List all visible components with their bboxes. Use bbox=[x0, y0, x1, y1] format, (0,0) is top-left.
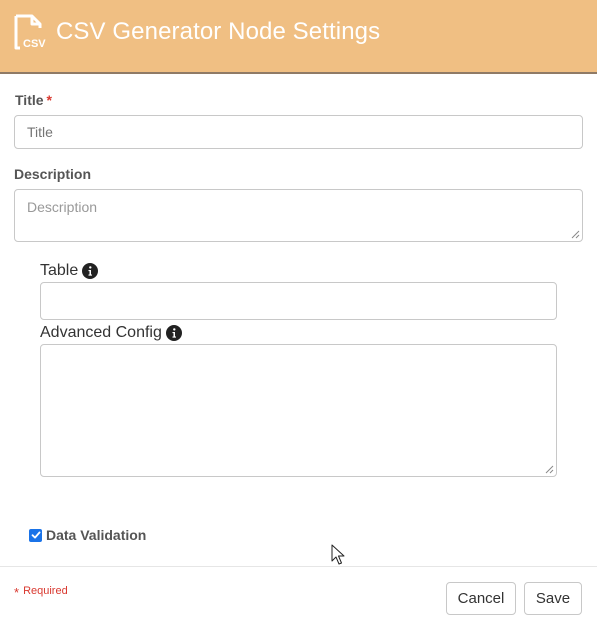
save-button[interactable]: Save bbox=[524, 582, 582, 615]
table-input[interactable] bbox=[40, 282, 557, 320]
advanced-config-label: Advanced Config bbox=[40, 324, 182, 342]
dialog-title: CSV Generator Node Settings bbox=[56, 18, 381, 45]
title-label-text: Title bbox=[15, 92, 44, 108]
title-input[interactable] bbox=[14, 115, 583, 149]
resize-grip-icon[interactable] bbox=[545, 465, 554, 474]
required-note-text: Required bbox=[23, 585, 68, 597]
title-label: Title * bbox=[15, 92, 52, 108]
mouse-cursor-icon bbox=[331, 544, 345, 565]
data-validation-label: Data Validation bbox=[46, 527, 147, 543]
required-note: * Required bbox=[14, 585, 68, 600]
required-note-asterisk: * bbox=[14, 585, 20, 600]
cancel-button[interactable]: Cancel bbox=[446, 582, 516, 615]
table-label: Table bbox=[40, 262, 99, 280]
required-asterisk: * bbox=[46, 92, 52, 108]
csv-icon-text: CSV bbox=[23, 38, 46, 50]
table-label-text: Table bbox=[40, 262, 79, 279]
resize-grip-icon[interactable] bbox=[571, 230, 580, 239]
info-icon[interactable] bbox=[82, 263, 99, 279]
info-icon[interactable] bbox=[165, 325, 182, 341]
csv-file-icon: CSV bbox=[14, 14, 46, 50]
data-validation-checkbox[interactable] bbox=[29, 528, 42, 542]
description-label: Description bbox=[14, 166, 92, 182]
dialog-header: CSV CSV Generator Node Settings bbox=[0, 0, 597, 74]
advanced-config-label-text: Advanced Config bbox=[40, 324, 162, 341]
footer-divider bbox=[0, 566, 597, 567]
advanced-config-textarea[interactable] bbox=[40, 344, 557, 477]
checkmark-icon bbox=[31, 531, 40, 539]
data-validation-row[interactable]: Data Validation bbox=[29, 527, 146, 543]
description-textarea[interactable]: Description bbox=[14, 189, 583, 242]
description-placeholder: Description bbox=[27, 199, 98, 215]
